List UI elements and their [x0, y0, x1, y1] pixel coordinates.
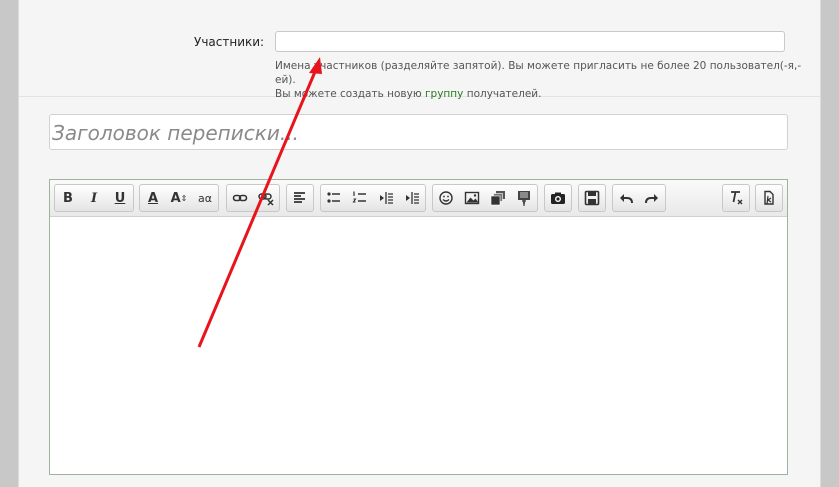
- message-editor: B I U A A ⇕ aα: [49, 179, 788, 475]
- smilies-button[interactable]: [433, 185, 459, 211]
- insert-image-button[interactable]: [459, 185, 485, 211]
- conversation-title-input[interactable]: Заголовок переписки...: [49, 114, 788, 150]
- create-group-link[interactable]: группу: [425, 88, 463, 100]
- smiley-icon: [439, 191, 453, 205]
- align-button[interactable]: [287, 185, 313, 211]
- quote-icon: [518, 191, 530, 206]
- insert-link-button[interactable]: [227, 185, 253, 211]
- clear-format-group: [722, 184, 750, 212]
- insert-quote-button[interactable]: [511, 185, 537, 211]
- redo-icon: [645, 194, 658, 204]
- outdent-button[interactable]: [373, 185, 399, 211]
- source-code-icon: [764, 190, 774, 205]
- save-group: [578, 184, 606, 212]
- recipients-row: Участники: Имена участников (разделяйте …: [19, 0, 820, 100]
- recipients-hint: Имена участников (разделяйте запятой). В…: [275, 59, 815, 101]
- image-icon: [464, 191, 480, 205]
- align-group: [286, 184, 314, 212]
- font-case-icon: aα: [198, 191, 212, 205]
- indent-icon: [406, 192, 419, 204]
- redo-button[interactable]: [639, 185, 665, 211]
- media-icon: [490, 191, 505, 206]
- align-left-icon: [294, 192, 305, 203]
- hint-line-1: Имена участников (разделяйте запятой). В…: [275, 60, 802, 86]
- floppy-disk-icon: [584, 190, 600, 206]
- source-group: [755, 184, 783, 212]
- unlink-icon: [258, 193, 274, 206]
- hint-text-before: Вы можете создать новую: [275, 88, 422, 100]
- insert-group: [432, 184, 538, 212]
- font-case-button[interactable]: aα: [192, 185, 218, 211]
- font-group: A A ⇕ aα: [139, 184, 219, 212]
- undo-button[interactable]: [613, 185, 639, 211]
- insert-media-button[interactable]: [485, 185, 511, 211]
- clear-format-icon: [731, 191, 743, 205]
- save-draft-button[interactable]: [579, 185, 605, 211]
- numbered-list-icon: [352, 191, 366, 203]
- format-group: B I U: [54, 184, 134, 212]
- underline-icon: U: [114, 190, 126, 206]
- history-group: [612, 184, 666, 212]
- bold-icon: B: [63, 190, 73, 206]
- message-content-area[interactable]: [50, 217, 787, 474]
- camera-icon: [551, 192, 565, 204]
- editor-toolbar: B I U A A ⇕ aα: [50, 180, 787, 217]
- font-color-icon: A: [147, 190, 159, 206]
- undo-icon: [620, 194, 633, 204]
- compose-panel: Участники: Имена участников (разделяйте …: [18, 0, 821, 487]
- toggle-bbcode-button[interactable]: [756, 185, 782, 211]
- remove-link-button[interactable]: [253, 185, 279, 211]
- link-icon: [232, 194, 248, 202]
- hint-text-after: получателей.: [466, 88, 542, 100]
- remove-formatting-button[interactable]: [723, 185, 749, 211]
- italic-icon: I: [90, 190, 98, 206]
- list-group: [320, 184, 426, 212]
- indent-button[interactable]: [399, 185, 425, 211]
- outdent-icon: [380, 192, 393, 204]
- font-color-button[interactable]: A: [140, 185, 166, 211]
- screenshot-group: [544, 184, 572, 212]
- bullet-list-icon: [327, 192, 340, 203]
- hint-line-2: Вы можете создать новую группу получател…: [275, 87, 815, 101]
- bold-button[interactable]: B: [55, 185, 81, 211]
- font-size-button[interactable]: A ⇕: [166, 185, 192, 211]
- italic-button[interactable]: I: [81, 185, 107, 211]
- recipients-label: Участники:: [194, 35, 265, 49]
- bullet-list-button[interactable]: [321, 185, 347, 211]
- link-group: [226, 184, 280, 212]
- recipients-input[interactable]: [275, 31, 785, 52]
- screenshot-button[interactable]: [545, 185, 571, 211]
- underline-button[interactable]: U: [107, 185, 133, 211]
- font-size-icon: A: [170, 190, 181, 206]
- numbered-list-button[interactable]: [347, 185, 373, 211]
